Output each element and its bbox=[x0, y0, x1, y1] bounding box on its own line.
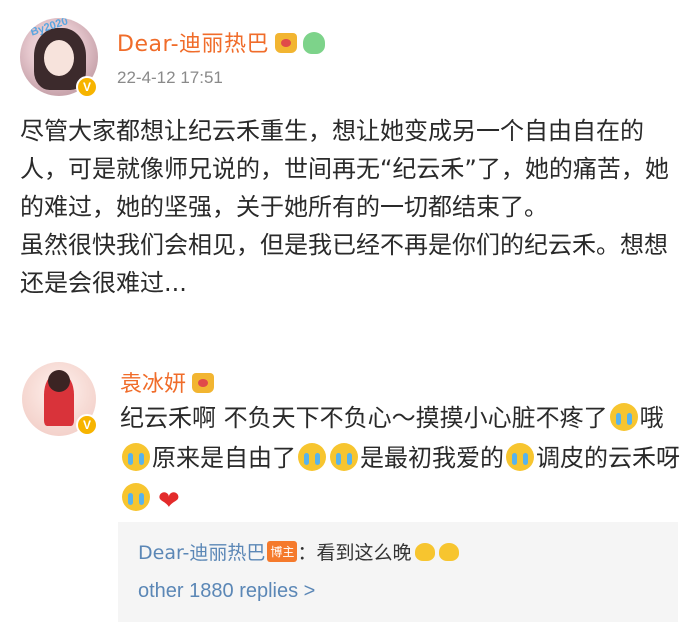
post-header: By2020 V Dear-迪丽热巴 22-4-12 17:51 bbox=[20, 14, 680, 104]
sub-reply-author[interactable]: Dear-迪丽热巴 bbox=[138, 542, 265, 564]
crying-emoji-icon bbox=[122, 443, 150, 471]
crown-icon bbox=[275, 33, 298, 53]
reply-segment: 哦 bbox=[639, 404, 664, 432]
verified-badge-icon: V bbox=[76, 414, 98, 436]
crying-emoji-icon bbox=[330, 443, 358, 471]
verified-badge-icon: V bbox=[76, 76, 98, 98]
reply-text: 纪云禾啊 不负天下不负心～摸摸小心脏不疼了 哦原来是自由了 是最初我爱的 调皮的云禾呀… bbox=[120, 398, 680, 521]
post-paragraph: 尽管大家都想让纪云禾重生，想让她变成另一个自由自在的人，可是就像师兄说的，世间再… bbox=[20, 117, 669, 221]
crying-emoji-icon bbox=[609, 403, 638, 431]
hug-emoji-icon bbox=[439, 543, 460, 561]
hug-emoji-icon bbox=[415, 543, 436, 561]
reply-author[interactable]: 袁冰妍 bbox=[120, 366, 215, 398]
author-name[interactable]: Dear-迪丽热巴 bbox=[117, 26, 326, 58]
crown-icon bbox=[192, 373, 215, 393]
sub-reply: Dear-迪丽热巴 博主 ：看到这么晚 bbox=[138, 538, 460, 565]
sub-reply-box: Dear-迪丽热巴 博主 ：看到这么晚 other 1880 replies > bbox=[118, 522, 678, 622]
reply-segment: 原来是自由了 bbox=[152, 444, 296, 472]
reply-segment: 纪云禾啊 不负天下不负心～摸摸小心脏不疼了 bbox=[120, 404, 608, 432]
reply-segment: 调皮的云禾呀 bbox=[536, 444, 680, 472]
post-paragraph: 虽然很快我们会相见，但是我已经不再是你们的纪云禾。想想还是会很难过... bbox=[20, 231, 668, 297]
crying-emoji-icon bbox=[298, 443, 326, 471]
cartoon-sticker-icon bbox=[303, 32, 326, 54]
more-replies-link[interactable]: other 1880 replies > bbox=[138, 580, 315, 603]
reply-author-text[interactable]: 袁冰妍 bbox=[120, 372, 186, 397]
avatar-face bbox=[44, 40, 74, 76]
avatar-head bbox=[48, 370, 70, 392]
reply-segment: 是最初我爱的 bbox=[360, 444, 504, 472]
post-body: 尽管大家都想让纪云禾重生，想让她变成另一个自由自在的人，可是就像师兄说的，世间再… bbox=[20, 112, 685, 302]
heart-icon: ❤ bbox=[158, 486, 180, 516]
crying-emoji-icon bbox=[122, 483, 150, 511]
blogger-badge: 博主 bbox=[267, 541, 298, 562]
post-timestamp: 22-4-12 17:51 bbox=[117, 68, 223, 87]
sub-reply-text: ：看到这么晚 bbox=[297, 542, 412, 564]
crying-emoji-icon bbox=[506, 443, 534, 471]
author-name-text[interactable]: Dear-迪丽热巴 bbox=[117, 32, 269, 57]
